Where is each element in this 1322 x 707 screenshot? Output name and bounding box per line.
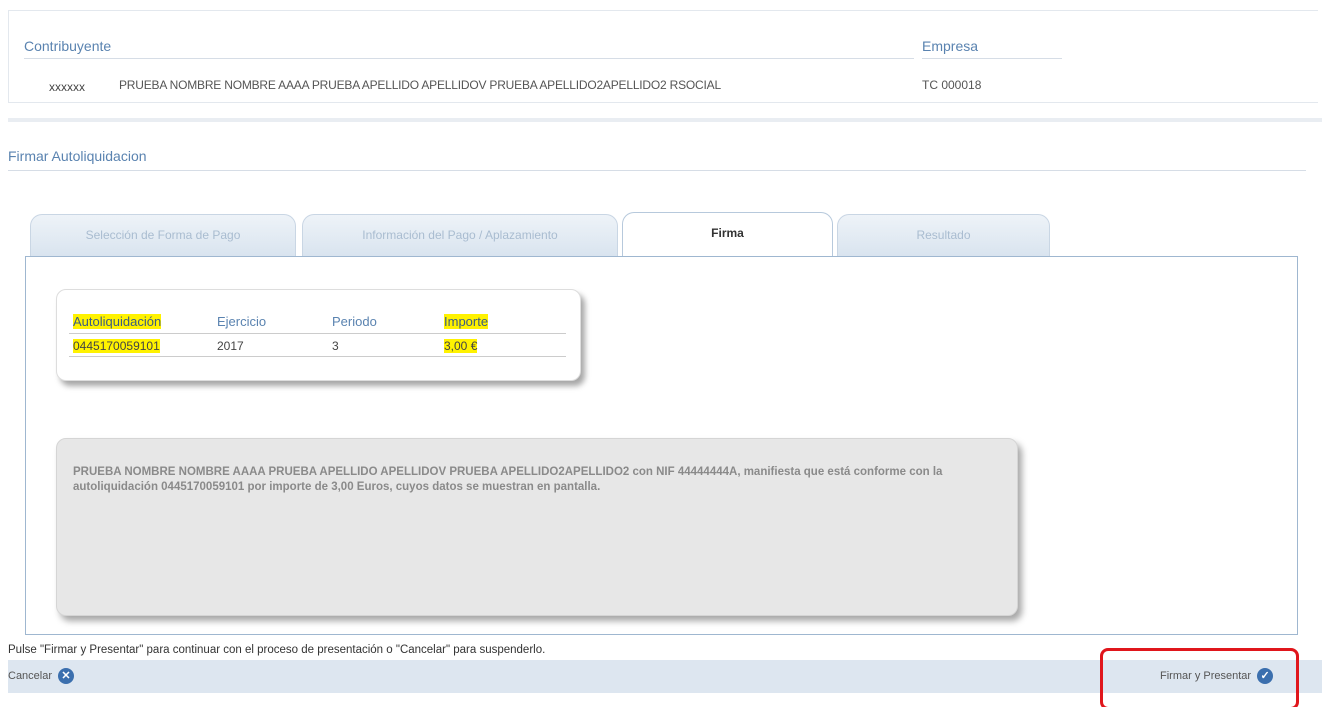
summary-table: Autoliquidación Ejercicio Periodo Import… xyxy=(69,312,566,357)
cancel-label: Cancelar xyxy=(8,670,53,682)
contributor-id: xxxxxx xyxy=(49,80,85,94)
header-autoliquidacion-text: Autoliquidación xyxy=(73,314,162,329)
contributor-name: PRUEBA NOMBRE NOMBRE AAAA PRUEBA APELLID… xyxy=(119,78,721,92)
page-title: Firmar Autoliquidacion xyxy=(8,148,147,164)
cell-periodo: 3 xyxy=(328,333,440,357)
header-autoliquidacion: Autoliquidación xyxy=(69,312,213,334)
tab-content: Autoliquidación Ejercicio Periodo Import… xyxy=(25,256,1298,635)
contributor-divider xyxy=(24,58,914,59)
tab-result[interactable]: Resultado xyxy=(837,214,1050,256)
instructions-text: Pulse "Firmar y Presentar" para continua… xyxy=(8,644,546,656)
cancel-button[interactable]: Cancelar ✕ xyxy=(8,660,75,693)
annotation-highlight xyxy=(1100,648,1299,707)
cell-autoliquidacion-text: 0445170059101 xyxy=(73,339,160,353)
header-importe: Importe xyxy=(440,312,566,334)
title-divider xyxy=(8,170,1306,171)
contributor-label: Contribuyente xyxy=(24,38,112,54)
table-row: 0445170059101 2017 3 3,00 € xyxy=(69,333,566,357)
contributor-header: Contribuyente Empresa xxxxxx PRUEBA NOMB… xyxy=(8,10,1318,103)
close-circle-icon: ✕ xyxy=(58,668,75,685)
header-importe-text: Importe xyxy=(444,314,489,329)
company-value: TC 000018 xyxy=(922,78,982,92)
statement-box: PRUEBA NOMBRE NOMBRE AAAA PRUEBA APELLID… xyxy=(56,438,1018,616)
summary-card: Autoliquidación Ejercicio Periodo Import… xyxy=(56,289,581,381)
cell-autoliquidacion: 0445170059101 xyxy=(69,333,213,357)
cell-ejercicio: 2017 xyxy=(213,333,328,357)
statement-text: PRUEBA NOMBRE NOMBRE AAAA PRUEBA APELLID… xyxy=(73,466,943,493)
company-label: Empresa xyxy=(922,38,979,54)
cell-importe: 3,00 € xyxy=(440,333,566,357)
tab-signature[interactable]: Firma xyxy=(622,212,833,256)
company-divider xyxy=(922,58,1062,59)
header-periodo: Periodo xyxy=(328,312,440,334)
cell-importe-text: 3,00 € xyxy=(444,339,478,353)
tab-payment-method[interactable]: Selección de Forma de Pago xyxy=(30,214,296,256)
main-panel: Firmar Autoliquidacion Selección de Form… xyxy=(8,118,1322,707)
header-ejercicio: Ejercicio xyxy=(213,312,328,334)
tab-payment-info[interactable]: Información del Pago / Aplazamiento xyxy=(302,214,618,256)
